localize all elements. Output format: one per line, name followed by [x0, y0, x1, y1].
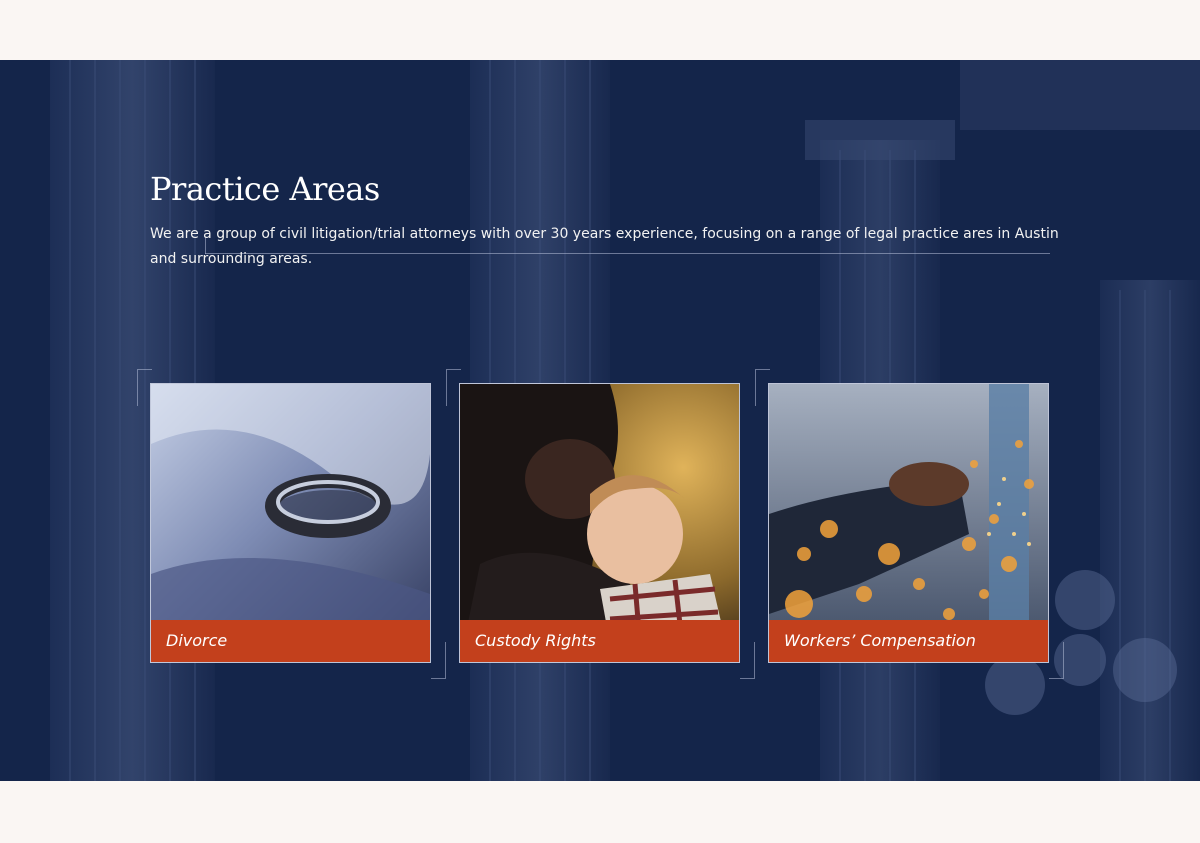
- card-corner-bracket: [740, 642, 755, 679]
- page-title: Practice Areas: [150, 170, 380, 208]
- card-corner-bracket: [1049, 642, 1064, 679]
- practice-card-label: Custody Rights: [460, 620, 739, 662]
- practice-card-workers-compensation[interactable]: Workers’ Compensation: [768, 383, 1049, 663]
- practice-card-label: Divorce: [151, 620, 430, 662]
- practice-card-divorce[interactable]: Divorce: [150, 383, 431, 663]
- intro-text: We are a group of civil litigation/trial…: [150, 226, 1059, 267]
- card-corner-bracket: [431, 642, 446, 679]
- practice-card-label: Workers’ Compensation: [769, 620, 1048, 662]
- practice-card-custody-rights[interactable]: Custody Rights: [459, 383, 740, 663]
